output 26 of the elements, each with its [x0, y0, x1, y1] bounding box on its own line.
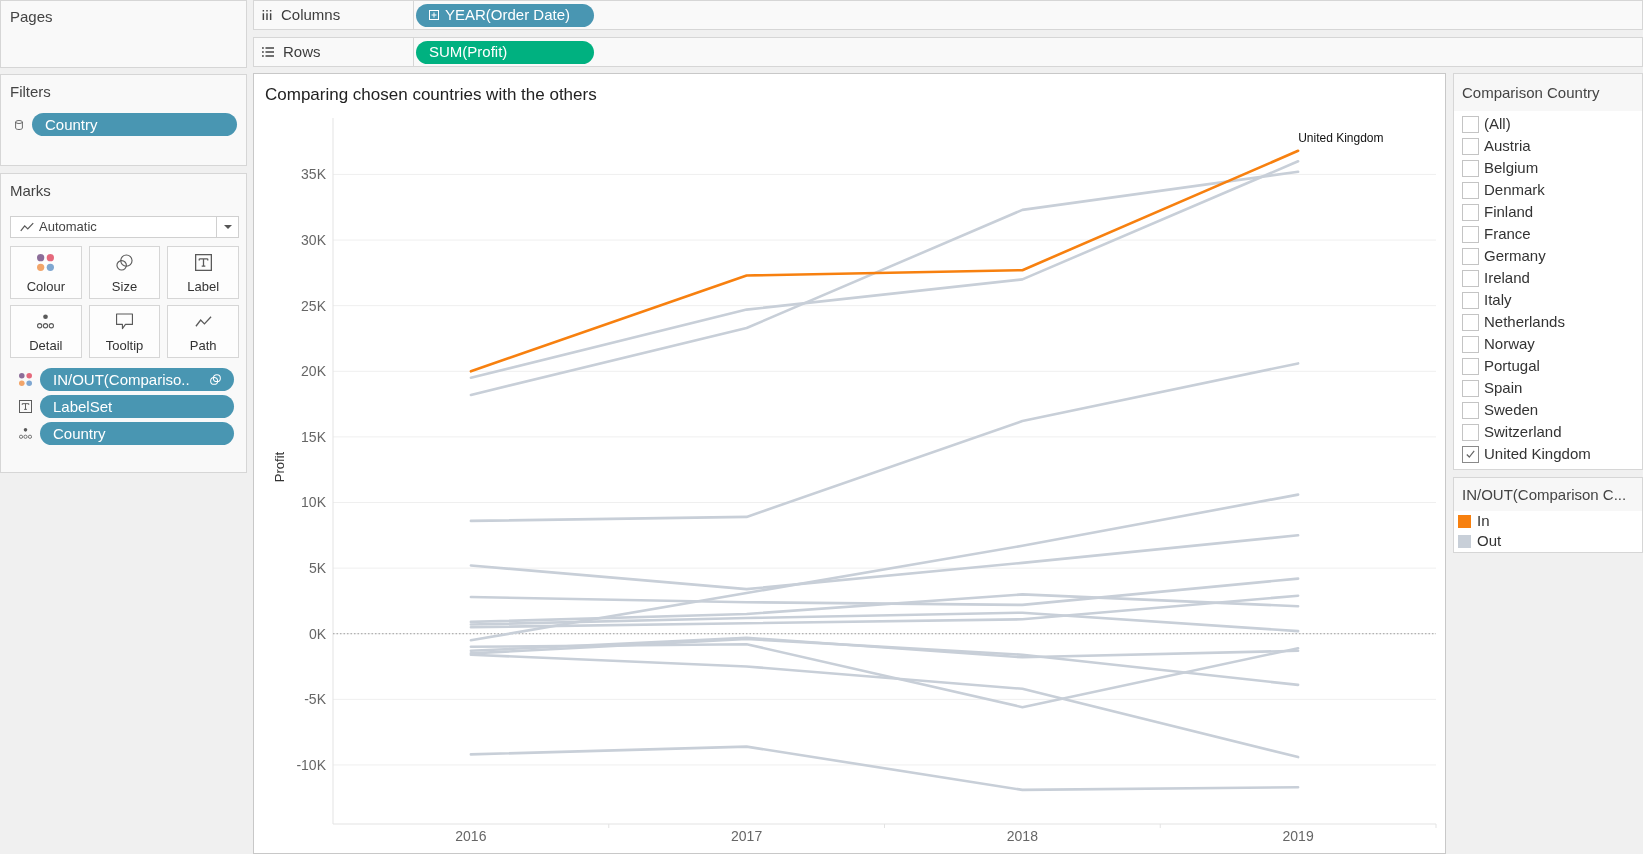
y-tick-label: 5K — [308, 560, 326, 577]
panel-title: Marks — [10, 181, 52, 201]
y-tick-label: 15K — [301, 428, 326, 445]
y-tick-label: 25K — [301, 297, 326, 314]
card-title: IN/OUT(Comparison C... — [1462, 485, 1627, 504]
panel-title: Pages — [10, 7, 54, 27]
chart-title: Comparing chosen countries with the others — [264, 84, 598, 105]
shelf-label: Rows — [283, 43, 321, 61]
x-tick-label: 2019 — [1282, 828, 1314, 844]
y-tick-label: -5K — [304, 691, 326, 708]
y-tick-label: 0K — [308, 625, 326, 642]
y-tick-label: -10K — [296, 756, 326, 773]
y-tick-label: 35K — [301, 166, 326, 183]
x-tick-label: 2017 — [731, 828, 763, 844]
line-end-label: United Kingdom — [1298, 130, 1384, 145]
x-tick-label: 2018 — [1006, 828, 1038, 844]
card-title: Comparison Country — [1462, 83, 1600, 102]
shelf-label: Columns — [281, 6, 341, 24]
x-tick-label: 2016 — [455, 828, 487, 844]
panel-title: Filters — [10, 82, 52, 102]
y-tick-label: 10K — [301, 494, 326, 511]
legend-label: In — [1477, 512, 1490, 530]
y-tick-label: 30K — [301, 232, 326, 249]
legend-label: Out — [1477, 532, 1502, 550]
y-axis-title: Profit — [271, 451, 287, 483]
y-tick-label: 20K — [301, 363, 326, 380]
